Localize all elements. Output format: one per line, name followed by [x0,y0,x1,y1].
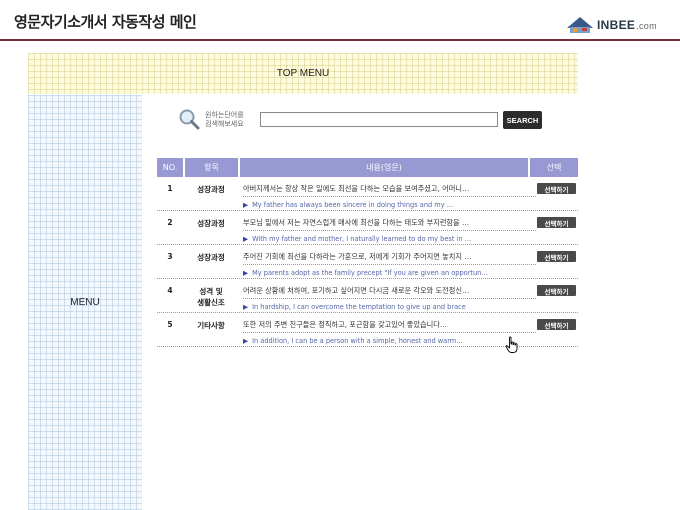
table-row: 4 성격 및 생활신조 어려운 상황에 처하여, 포기하고 싶어지면 다시금 새로… [157,279,578,313]
row-number: 3 [167,252,173,261]
row-number: 5 [167,320,173,329]
hand-pointer-icon [505,336,518,353]
row-category: 성격 및 생활신조 [197,287,225,307]
select-button[interactable]: 선택하기 [537,251,576,262]
triangle-right-icon: ▶ [243,235,249,243]
select-button[interactable]: 선택하기 [537,285,576,296]
page-title: 영문자기소개서 자동작성 메인 [14,13,197,31]
row-category: 기타사항 [197,321,225,330]
row-korean-text: 아버지께서는 항상 작은 일에도 최선을 다하는 모습을 보여주셨고, 어머니… [243,184,470,193]
triangle-right-icon: ▶ [243,201,249,209]
row-korean-text: 또한 저의 주변 친구들은 정직하고, 포근함을 갖고있어 좋았습니다… [243,320,448,329]
row-english-text: ▶ My parents adopt as the family precept … [243,269,488,277]
row-category: 성장과정 [197,185,225,194]
select-button[interactable]: 선택하기 [537,217,576,228]
inner-divider [243,196,536,197]
inbee-logo[interactable]: INBEE.com [566,14,671,36]
search-hint: 원하는단어를 검색해보세요 [205,111,244,129]
col-category-header: 항목 [204,163,219,172]
col-content-header: 내용(영문) [366,163,402,172]
table-row: 1 성장과정 아버지께서는 항상 작은 일에도 최선을 다하는 모습을 보여주셨… [157,177,578,211]
search-button[interactable]: SEARCH [503,111,542,129]
row-english-text: ▶ With my father and mother, I naturally … [243,235,472,243]
inner-divider [243,230,536,231]
top-menu-label: TOP MENU [276,68,330,79]
table-header: NO. 항목 내용(영문) 선택 [157,158,578,177]
row-english-text: ▶ My father has always been sincere in do… [243,201,454,209]
triangle-right-icon: ▶ [243,269,249,277]
triangle-right-icon: ▶ [243,303,249,311]
row-english-text: ▶ In hardship, I can overcome the temptat… [243,303,466,311]
inner-divider [243,264,536,265]
search-hint-line2: 검색해보세요 [205,120,244,128]
row-category: 성장과정 [197,219,225,228]
table-row: 3 성장과정 주어진 기회에 최선을 다하라는 가훈으로, 저에게 기회가 주어… [157,245,578,279]
search-hint-line1: 원하는단어를 [205,111,244,119]
select-button[interactable]: 선택하기 [537,183,576,194]
magnifier-icon [179,109,200,130]
left-menu-label: MENU [70,297,100,308]
row-korean-text: 주어진 기회에 최선을 다하라는 가훈으로, 저에게 기회가 주어지면 놓치지 … [243,252,472,261]
logo-domain: .com [636,21,657,31]
row-number: 1 [167,184,173,193]
search-input[interactable] [260,112,498,127]
logo-text: INBEE.com [597,18,657,32]
left-menu[interactable]: MENU [28,95,142,510]
select-button[interactable]: 선택하기 [537,319,576,330]
row-korean-text: 어려운 상황에 처하여, 포기하고 싶어지면 다시금 새로운 각오와 도전정신… [243,286,470,295]
row-english-text: ▶ In addition, I can be a person with a s… [243,337,463,345]
row-korean-text: 부모님 밑에서 저는 자연스럽게 매사에 최선을 다하는 태도와 부지런함을 … [243,218,470,227]
col-no-header: NO. [162,163,178,172]
row-category: 성장과정 [197,253,225,262]
top-menu[interactable]: TOP MENU [28,53,578,94]
inner-divider [243,332,536,333]
table-row: 2 성장과정 부모님 밑에서 저는 자연스럽게 매사에 최선을 다하는 태도와 … [157,211,578,245]
inner-divider [243,298,536,299]
row-number: 4 [167,286,173,295]
triangle-right-icon: ▶ [243,337,249,345]
title-divider [0,39,680,41]
col-select-header: 선택 [546,163,562,172]
house-icon [567,17,593,33]
row-number: 2 [167,218,173,227]
